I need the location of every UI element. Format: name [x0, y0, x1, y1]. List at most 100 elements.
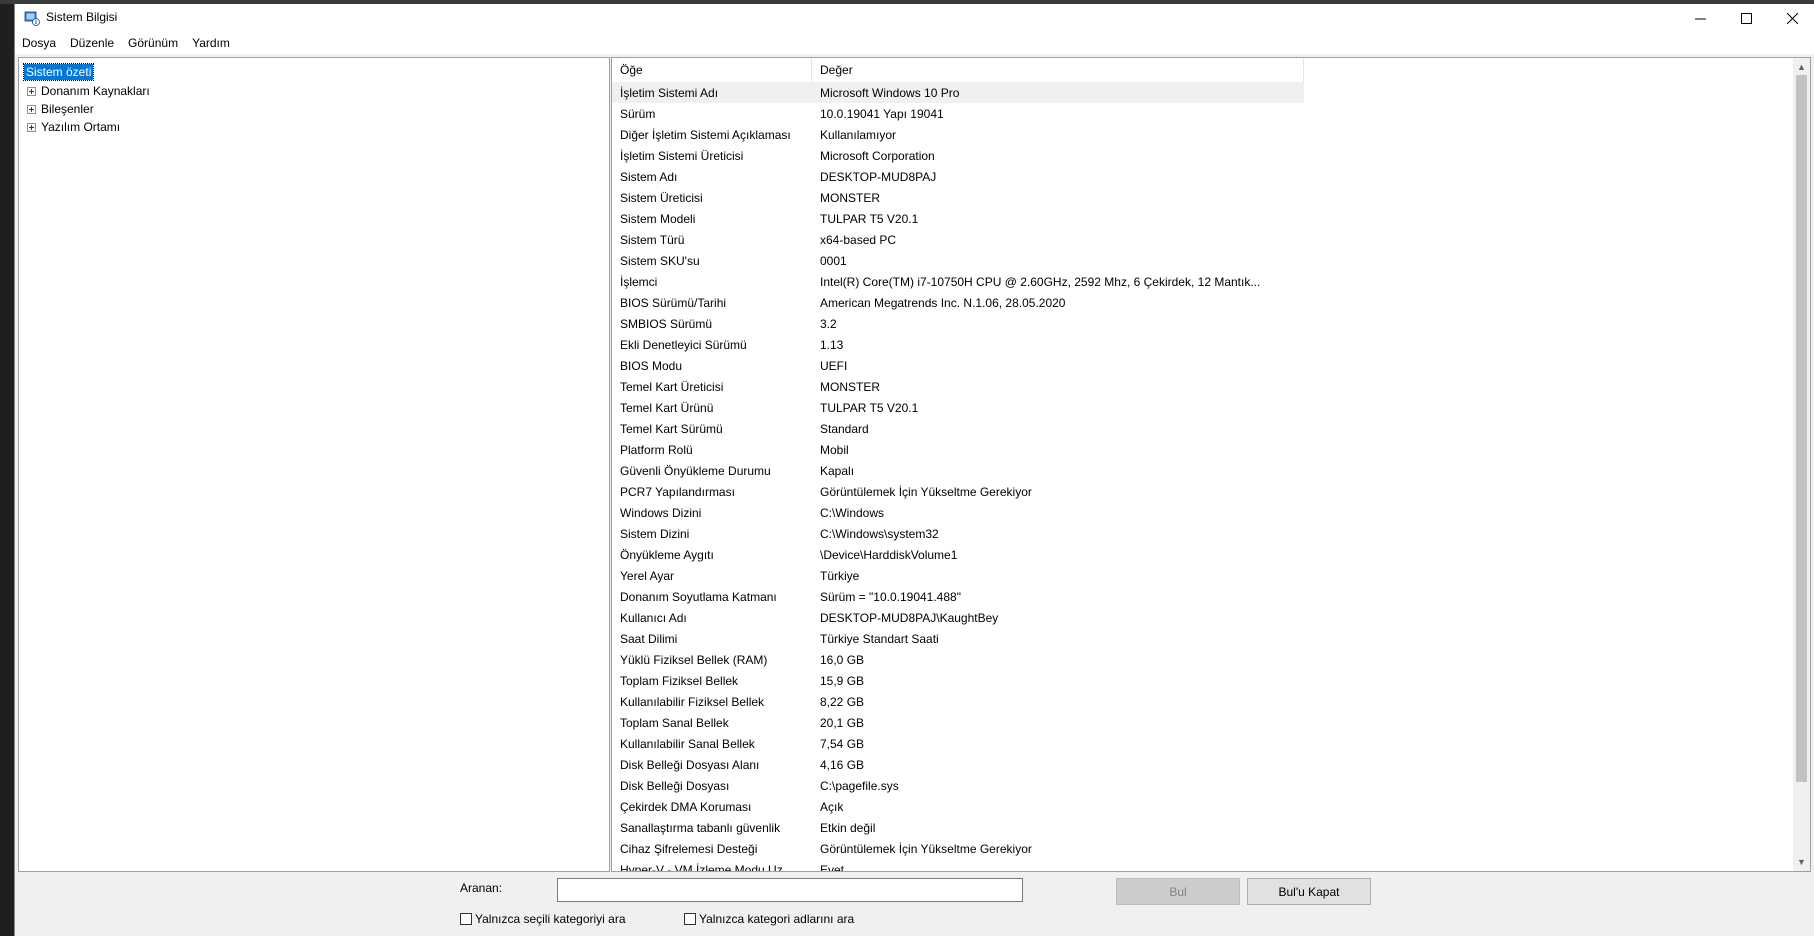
row-value-cell: C:\Windows\system32 — [820, 526, 939, 541]
details-list[interactable]: Öğe Değer İşletim Sistemi Adı Microsoft W… — [611, 57, 1811, 872]
table-row[interactable]: Platform Rolü Mobil — [612, 439, 1304, 460]
row-value-cell: Microsoft Corporation — [820, 148, 935, 163]
row-item-cell: Çekirdek DMA Koruması — [620, 799, 752, 814]
menu-file[interactable]: Dosya — [15, 32, 63, 54]
only-selected-category-option[interactable]: Yalnızca seçili kategoriyi ara — [460, 912, 626, 926]
title-bar[interactable]: Sistem Bilgisi — [15, 4, 1814, 32]
table-row[interactable]: İşlemci Intel(R) Core(TM) i7-10750H CPU @… — [612, 271, 1304, 292]
table-row[interactable]: Toplam Sanal Bellek 20,1 GB — [612, 712, 1304, 733]
table-row[interactable]: Sistem Üreticisi MONSTER — [612, 187, 1304, 208]
close-find-button[interactable]: Bul'u Kapat — [1247, 878, 1371, 905]
menu-view[interactable]: Görünüm — [121, 32, 185, 54]
row-value-cell: C:\pagefile.sys — [820, 778, 899, 793]
table-row[interactable]: Çekirdek DMA Koruması Açık — [612, 796, 1304, 817]
row-item-cell: Hyper-V - VM İzleme Modu Uz... — [620, 862, 793, 872]
row-item-cell: Temel Kart Üreticisi — [620, 379, 724, 394]
table-row[interactable]: Kullanılabilir Sanal Bellek 7,54 GB — [612, 733, 1304, 754]
row-value-cell: TULPAR T5 V20.1 — [820, 211, 919, 226]
plus-box-icon[interactable] — [27, 122, 36, 132]
table-row[interactable]: Donanım Soyutlama Katmanı Sürüm = "10.0.1… — [612, 586, 1304, 607]
table-row[interactable]: Sistem Türü x64-based PC — [612, 229, 1304, 250]
table-row[interactable]: Sistem Adı DESKTOP-MUD8PAJ — [612, 166, 1304, 187]
table-row[interactable]: Temel Kart Ürünü TULPAR T5 V20.1 — [612, 397, 1304, 418]
table-row[interactable]: İşletim Sistemi Üreticisi Microsoft Corpo… — [612, 145, 1304, 166]
row-item-cell: Temel Kart Ürünü — [620, 400, 714, 415]
row-item-cell: Sürüm — [620, 106, 656, 121]
row-item-cell: Saat Dilimi — [620, 631, 678, 646]
table-row[interactable]: Kullanılabilir Fiziksel Bellek 8,22 GB — [612, 691, 1304, 712]
plus-box-icon[interactable] — [27, 104, 36, 114]
table-row[interactable]: Önyükleme Aygıtı \Device\HarddiskVolume1 — [612, 544, 1304, 565]
table-row[interactable]: İşletim Sistemi Adı Microsoft Windows 10 … — [612, 82, 1304, 103]
tree-item-components[interactable]: Bileşenler — [27, 100, 94, 118]
scrollbar-thumb[interactable] — [1796, 75, 1807, 782]
table-row[interactable]: Sistem Modeli TULPAR T5 V20.1 — [612, 208, 1304, 229]
only-category-names-checkbox[interactable] — [684, 913, 696, 925]
table-row[interactable]: Yerel Ayar Türkiye — [612, 565, 1304, 586]
table-row[interactable]: Kullanıcı Adı DESKTOP-MUD8PAJ\KaughtBey — [612, 607, 1304, 628]
row-value-cell: 10.0.19041 Yapı 19041 — [820, 106, 944, 121]
table-row[interactable]: Temel Kart Üreticisi MONSTER — [612, 376, 1304, 397]
close-button[interactable] — [1769, 4, 1814, 32]
row-item-cell: Ekli Denetleyici Sürümü — [620, 337, 747, 352]
tree-item-hardware-resources[interactable]: Donanım Kaynakları — [27, 82, 150, 100]
row-value-cell: Görüntülemek İçin Yükseltme Gerekiyor — [820, 841, 1032, 856]
row-value-cell: Kullanılamıyor — [820, 127, 897, 142]
menu-help[interactable]: Yardım — [185, 32, 237, 54]
row-item-cell: Önyükleme Aygıtı — [620, 547, 714, 562]
table-row[interactable]: Yüklü Fiziksel Bellek (RAM) 16,0 GB — [612, 649, 1304, 670]
table-row[interactable]: Temel Kart Sürümü Standard — [612, 418, 1304, 439]
table-row[interactable]: Hyper-V - VM İzleme Modu Uz... Evet — [612, 859, 1304, 872]
column-header-value[interactable]: Değer — [812, 58, 1304, 82]
row-item-cell: PCR7 Yapılandırması — [620, 484, 735, 499]
table-row[interactable]: Toplam Fiziksel Bellek 15,9 GB — [612, 670, 1304, 691]
table-row[interactable]: Diğer İşletim Sistemi Açıklaması Kullanıl… — [612, 124, 1304, 145]
row-item-cell: Diğer İşletim Sistemi Açıklaması — [620, 127, 791, 142]
window-title: Sistem Bilgisi — [46, 10, 118, 24]
maximize-button[interactable] — [1723, 4, 1769, 32]
table-row[interactable]: Ekli Denetleyici Sürümü 1.13 — [612, 334, 1304, 355]
table-row[interactable]: Disk Belleği Dosyası C:\pagefile.sys — [612, 775, 1304, 796]
table-row[interactable]: SMBIOS Sürümü 3.2 — [612, 313, 1304, 334]
chevron-down-icon[interactable]: ▼ — [1793, 857, 1810, 869]
column-header-item[interactable]: Öğe — [612, 58, 812, 82]
only-selected-category-checkbox[interactable] — [460, 913, 472, 925]
tree-item-software-environment[interactable]: Yazılım Ortamı — [27, 118, 120, 136]
row-item-cell: SMBIOS Sürümü — [620, 316, 713, 331]
table-row[interactable]: Saat Dilimi Türkiye Standart Saati — [612, 628, 1304, 649]
row-item-cell: Disk Belleği Dosyası Alanı — [620, 757, 760, 772]
table-row[interactable]: PCR7 Yapılandırması Görüntülemek İçin Yük… — [612, 481, 1304, 502]
table-row[interactable]: Sürüm 10.0.19041 Yapı 19041 — [612, 103, 1304, 124]
table-row[interactable]: Sistem Dizini C:\Windows\system32 — [612, 523, 1304, 544]
row-value-cell: MONSTER — [820, 190, 880, 205]
category-tree[interactable]: Sistem özeti Donanım Kaynakları Bileşenl… — [18, 57, 610, 872]
row-item-cell: İşletim Sistemi Üreticisi — [620, 148, 744, 163]
table-row[interactable]: BIOS Sürümü/Tarihi American Megatrends In… — [612, 292, 1304, 313]
tree-item-system-summary[interactable]: Sistem özeti — [22, 63, 95, 81]
row-value-cell: 20,1 GB — [820, 715, 865, 730]
table-row[interactable]: Güvenli Önyükleme Durumu Kapalı — [612, 460, 1304, 481]
only-category-names-option[interactable]: Yalnızca kategori adlarını ara — [684, 912, 854, 926]
row-item-cell: Sanallaştırma tabanlı güvenlik — [620, 820, 781, 835]
search-input[interactable] — [557, 878, 1023, 902]
row-value-cell: Kapalı — [820, 463, 855, 478]
row-item-cell: İşletim Sistemi Adı — [620, 85, 719, 100]
table-row[interactable]: Cihaz Şifrelemesi Desteği Görüntülemek İç… — [612, 838, 1304, 859]
table-row[interactable]: Sanallaştırma tabanlı güvenlik Etkin deği… — [612, 817, 1304, 838]
table-row[interactable]: BIOS Modu UEFI — [612, 355, 1304, 376]
chevron-up-icon[interactable]: ▲ — [1793, 62, 1810, 74]
menu-edit[interactable]: Düzenle — [63, 32, 121, 54]
row-item-cell: Sistem SKU'su — [620, 253, 700, 268]
find-button[interactable]: Bul — [1116, 878, 1240, 905]
row-item-cell: Disk Belleği Dosyası — [620, 778, 730, 793]
minimize-button[interactable] — [1677, 4, 1723, 32]
vertical-scrollbar[interactable]: ▲ ▼ — [1793, 58, 1810, 871]
row-value-cell: American Megatrends Inc. N.1.06, 28.05.2… — [820, 295, 1066, 310]
table-row[interactable]: Windows Dizini C:\Windows — [612, 502, 1304, 523]
table-row[interactable]: Disk Belleği Dosyası Alanı 4,16 GB — [612, 754, 1304, 775]
row-item-cell: Kullanıcı Adı — [620, 610, 687, 625]
plus-box-icon[interactable] — [27, 86, 36, 96]
row-value-cell: DESKTOP-MUD8PAJ — [820, 169, 937, 184]
row-value-cell: DESKTOP-MUD8PAJ\KaughtBey — [820, 610, 999, 625]
table-row[interactable]: Sistem SKU'su 0001 — [612, 250, 1304, 271]
